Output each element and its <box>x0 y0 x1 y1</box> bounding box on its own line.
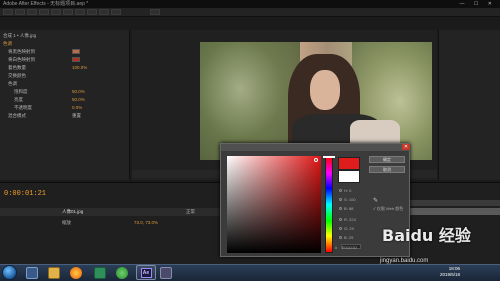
window-controls[interactable]: — ☐ ✕ <box>460 0 496 8</box>
file-explorer-icon[interactable] <box>26 267 38 279</box>
effect-row: 亮度 <box>14 97 23 102</box>
layer-name[interactable]: 人像01.jpg <box>62 208 83 216</box>
effect-value[interactable]: 50.0% <box>72 88 85 95</box>
effect-row: 混合模式 <box>8 113 26 118</box>
field-value[interactable]: 100 <box>349 197 356 202</box>
start-button[interactable] <box>2 265 17 280</box>
web-colors-checkbox[interactable]: ✓ 仅限 Web 颜色 <box>373 206 403 212</box>
baidu-jingyan-logo: Baidu 经验 <box>382 226 471 245</box>
field-label: G <box>344 226 348 231</box>
white-color-swatch[interactable] <box>72 57 80 62</box>
clock-date: 2019/6/18 <box>440 272 461 277</box>
hue-slider-handle[interactable] <box>323 156 335 158</box>
eyedropper-icon[interactable]: ✎ <box>373 198 379 204</box>
after-effects-taskbar-button[interactable]: Ae <box>136 265 156 280</box>
effect-row: 将黑色映射到 <box>8 49 35 54</box>
field-value[interactable]: 0 <box>349 188 351 193</box>
effect-row: 饱和度 <box>14 89 28 94</box>
after-effects-icon: Ae <box>140 268 152 278</box>
effect-value[interactable]: 50.0% <box>72 96 85 103</box>
app-icon[interactable] <box>116 267 128 279</box>
property-name: 缩放 <box>62 220 71 225</box>
window-icon[interactable] <box>160 267 172 279</box>
firefox-icon[interactable] <box>70 267 82 279</box>
effect-name[interactable]: 色调 <box>3 40 12 47</box>
brightness-field[interactable]: B: 88 <box>339 206 353 211</box>
hex-label: # <box>335 245 338 250</box>
info-panel <box>438 30 500 180</box>
radio-icon[interactable] <box>339 207 342 210</box>
field-value[interactable]: 29 <box>349 226 353 231</box>
effect-row: 不透明度 <box>14 105 32 110</box>
folder-icon[interactable] <box>48 267 60 279</box>
green-field[interactable]: G: 29 <box>339 226 354 231</box>
pen-tool-icon[interactable] <box>87 9 97 15</box>
saturation-brightness-field[interactable] <box>227 156 321 253</box>
blend-mode[interactable]: 正常 <box>186 209 195 215</box>
radio-icon[interactable] <box>339 236 342 239</box>
black-color-swatch[interactable] <box>72 49 80 54</box>
radio-icon[interactable] <box>339 227 342 230</box>
effect-value[interactable]: 100.0% <box>72 64 87 71</box>
reset-link[interactable]: 重置 <box>72 112 81 119</box>
cancel-button[interactable]: 取消 <box>369 166 405 173</box>
system-clock[interactable]: 18:06 2019/6/18 <box>440 266 460 278</box>
radio-icon[interactable] <box>339 218 342 221</box>
rotate-tool-icon[interactable] <box>39 9 49 15</box>
blue-field[interactable]: B: 29 <box>339 235 353 240</box>
ok-button[interactable]: 确定 <box>369 156 405 163</box>
effect-controls-panel: 合成 1 • 人像.jpg 色调 将黑色映射到 将白色映射到 着色数量 100.… <box>0 30 130 180</box>
effect-row: 着色数量 <box>8 65 26 70</box>
color-cursor[interactable] <box>314 158 318 162</box>
timecode[interactable]: 0:00:01:21 <box>4 190 46 198</box>
effect-row: 将白色映射到 <box>8 57 35 62</box>
field-label: R <box>344 217 347 222</box>
text-tool-icon[interactable] <box>99 9 109 15</box>
pan-tool-icon[interactable] <box>63 9 73 15</box>
toolbar <box>0 8 500 17</box>
effect-row: 色调 <box>8 81 17 86</box>
field-value[interactable]: 88 <box>349 206 353 211</box>
field-label: H <box>344 188 347 193</box>
mask-tool-icon[interactable] <box>75 9 85 15</box>
web-colors-label: 仅限 Web 颜色 <box>376 206 404 211</box>
close-icon[interactable]: ✕ <box>402 144 410 150</box>
field-label: S <box>344 197 347 202</box>
field-value[interactable]: 224 <box>349 217 356 222</box>
saturation-field[interactable]: S: 100 <box>339 197 356 202</box>
layer-title: 合成 1 • 人像.jpg <box>3 33 37 38</box>
field-label: B <box>344 235 347 240</box>
media-player-icon[interactable] <box>94 267 106 279</box>
hue-field[interactable]: H: 0 <box>339 188 351 193</box>
property-value[interactable]: 73.0, 73.0% <box>134 220 158 225</box>
brush-tool-icon[interactable] <box>111 9 121 15</box>
field-label: B <box>344 206 347 211</box>
hue-slider[interactable] <box>325 156 333 253</box>
effect-value[interactable]: 0.0% <box>72 104 82 111</box>
hex-input[interactable]: E01D1D <box>341 244 361 250</box>
window-titlebar: Adobe After Effects - 无标题项目.aep * — ☐ ✕ <box>0 0 500 8</box>
selection-tool-icon[interactable] <box>3 9 13 15</box>
previous-color-swatch[interactable] <box>338 170 360 183</box>
field-value[interactable]: 29 <box>349 235 353 240</box>
workspace-icon[interactable] <box>150 9 160 15</box>
new-color-swatch <box>338 157 360 170</box>
red-field[interactable]: R: 224 <box>339 217 356 222</box>
camera-tool-icon[interactable] <box>51 9 61 15</box>
radio-icon[interactable] <box>339 198 342 201</box>
window-title: Adobe After Effects - 无标题项目.aep * <box>3 1 89 7</box>
hand-tool-icon[interactable] <box>15 9 25 15</box>
effect-row: 交换颜色 <box>8 73 26 78</box>
dialog-titlebar[interactable] <box>221 144 411 151</box>
radio-icon[interactable] <box>339 189 342 192</box>
zoom-tool-icon[interactable] <box>27 9 37 15</box>
subject-face <box>310 70 340 110</box>
